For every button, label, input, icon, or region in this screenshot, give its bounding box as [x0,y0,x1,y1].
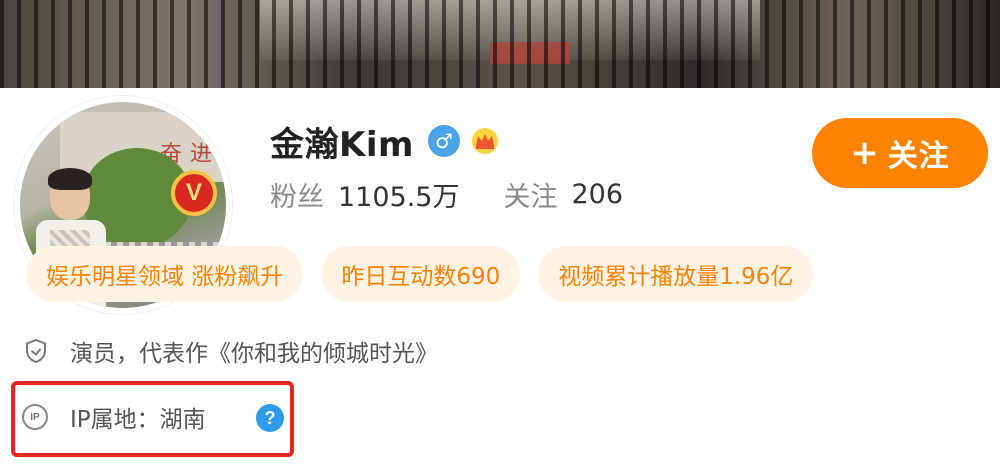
verified-badge-icon: V [171,170,217,216]
avatar-sign-char: 进 [190,142,213,167]
stats-row: 粉丝 1105.5万 关注 206 [270,175,623,214]
profile-banner [0,0,1000,88]
help-icon[interactable]: ? [256,404,284,432]
profile-card: 奋 进 V 金瀚Kim ♂ 粉丝 1105.5万 关注 206 + 关注 娱乐明… [0,88,1000,475]
following-count[interactable]: 206 [571,179,623,210]
ip-icon: IP [22,404,48,430]
name-row: 金瀚Kim ♂ [270,118,500,165]
tag-list: 娱乐明星领域 涨粉飙升 昨日互动数690 视频累计播放量1.96亿 [26,246,831,302]
ip-location-text: IP属地：湖南 [70,407,206,433]
shield-icon [22,337,50,365]
shield-icon-graphic [26,338,46,364]
plus-icon: + [850,133,880,173]
verified-mark: V [185,179,202,206]
description-row: 演员，代表作《你和我的倾城时光》 [22,334,438,368]
crown-icon-graphic [471,128,498,154]
ip-icon-text: IP [30,411,40,423]
tag-daily-interactions[interactable]: 昨日互动数690 [321,246,521,302]
help-symbol: ? [264,407,276,428]
description-text: 演员，代表作《你和我的倾城时光》 [70,341,438,367]
fans-label[interactable]: 粉丝 [270,175,324,214]
fans-count[interactable]: 1105.5万 [338,175,459,214]
profile-name: 金瀚Kim [270,124,414,165]
follow-button-label: 关注 [887,139,950,174]
tag-video-plays[interactable]: 视频累计播放量1.96亿 [538,246,814,302]
male-icon: ♂ [427,125,460,157]
gender-symbol: ♂ [434,129,453,153]
banner-fence-bars [0,0,1000,88]
crown-icon[interactable] [470,126,500,156]
follow-button[interactable]: + 关注 [812,118,988,188]
avatar-kid-hair [48,168,92,190]
ip-location-row: IP IP属地：湖南 [22,399,206,435]
following-label[interactable]: 关注 [503,175,557,214]
tag-entertainment-growth[interactable]: 娱乐明星领域 涨粉飙升 [26,246,304,302]
